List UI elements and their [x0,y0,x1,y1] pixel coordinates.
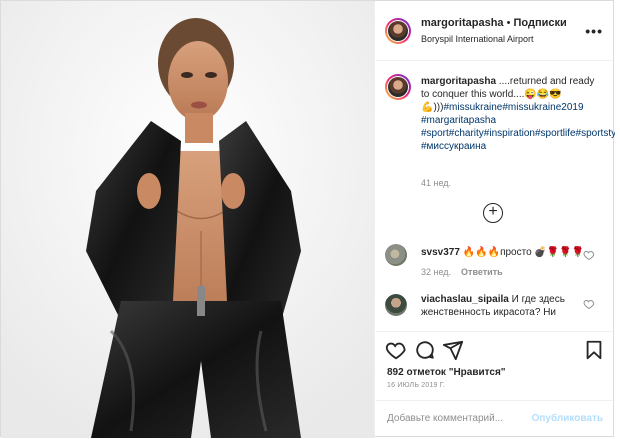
comment-text: viachaslau_sipaila И где здесь женственн… [421,293,586,319]
more-options-icon[interactable]: ••• [585,23,603,39]
comment-meta: 32 нед. Ответить [421,267,503,277]
comment-username[interactable]: svsv377 [421,247,460,258]
caption-username[interactable]: margoritapasha [421,76,496,87]
comment-avatar[interactable] [385,244,407,266]
caption-time: 41 нед. [421,178,452,188]
comment-text: svsv377 🔥🔥🔥просто 💣🌹🌹🌹 [421,246,586,259]
post-side-panel: margoritapasha • Подписки Boryspil Inter… [376,1,615,438]
separator-dot: • [503,17,514,29]
bookmark-icon[interactable] [583,339,605,361]
caption-hashtags[interactable]: #missukraine#missukraine2019 #margaritap… [421,102,615,152]
author-username[interactable]: margoritapasha [421,17,504,29]
following-button[interactable]: Подписки [514,17,567,29]
author-line: margoritapasha • Подписки [421,17,567,29]
comment-avatar[interactable] [385,294,407,316]
comment-like-icon[interactable] [583,249,595,261]
comment-time: 32 нед. [421,267,452,277]
post-header: margoritapasha • Подписки Boryspil Inter… [376,1,615,61]
post-actions: 892 отметок "Нравится" 16 ИЮЛЬ 2019 Г. Д… [376,331,615,438]
caption-avatar[interactable] [385,74,411,100]
caption-emojis-2: 💪))) [421,102,444,113]
load-more-comments-icon[interactable]: + [483,203,503,223]
publish-button[interactable]: Опубликовать [532,413,603,424]
comment-input[interactable]: Добавьте комментарий... [387,413,503,424]
caption-text: margoritapasha ....returned and ready to… [421,75,615,153]
caption-emojis-1: 😜😂😎 [524,89,562,100]
post-date: 16 ИЮЛЬ 2019 Г. [387,382,446,389]
likes-count[interactable]: 892 отметок "Нравится" [387,367,506,378]
heart-icon[interactable] [385,339,407,361]
comment-username[interactable]: viachaslau_sipaila [421,294,509,305]
post-location[interactable]: Boryspil International Airport [421,34,534,44]
comment-body: 🔥🔥🔥просто 💣🌹🌹🌹 [459,247,585,258]
post-photo-image [1,1,374,438]
share-icon[interactable] [442,339,464,361]
author-avatar[interactable] [385,18,411,44]
post-photo[interactable] [1,1,375,438]
post-modal: margoritapasha • Подписки Boryspil Inter… [0,0,615,438]
comments-list[interactable]: margoritapasha ....returned and ready to… [376,62,615,330]
add-comment-bar: Добавьте комментарий... Опубликовать [376,400,615,438]
reply-button[interactable]: Ответить [461,267,503,277]
comment-like-icon[interactable] [583,298,595,310]
comment-icon[interactable] [414,339,436,361]
